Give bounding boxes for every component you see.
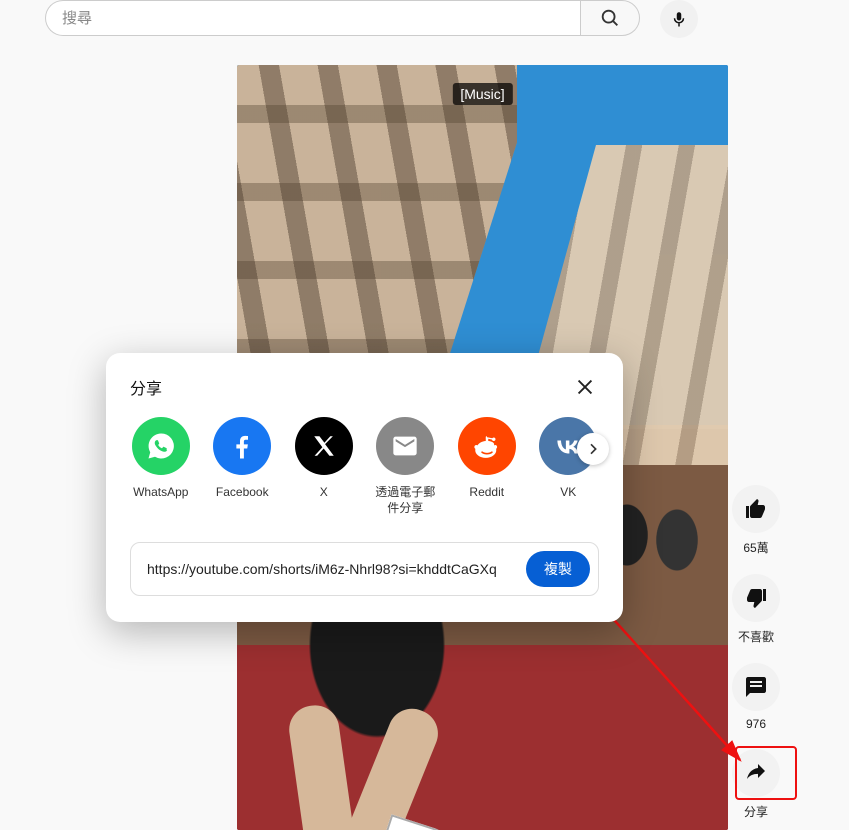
dislike-button[interactable]: [732, 574, 780, 622]
facebook-icon: [227, 431, 257, 461]
share-url-row: https://youtube.com/shorts/iM6z-Nhrl98?s…: [130, 542, 599, 596]
share-target-label: Facebook: [216, 485, 269, 515]
share-target-label: VK: [560, 485, 576, 515]
share-targets-next-button[interactable]: [577, 433, 609, 465]
share-icon: [744, 761, 768, 785]
share-target-label: X: [320, 485, 328, 515]
share-target-x[interactable]: X: [293, 417, 355, 516]
like-button[interactable]: [732, 485, 780, 533]
video-caption: [Music]: [452, 83, 512, 105]
share-button[interactable]: [732, 749, 780, 797]
search-bar: [45, 0, 640, 36]
comment-icon: [744, 675, 768, 699]
share-target-vk[interactable]: VK: [538, 417, 600, 516]
share-targets: WhatsApp Facebook X 透過電子郵件分享 Reddit: [130, 417, 599, 516]
copy-button[interactable]: 複製: [526, 551, 590, 587]
share-target-email[interactable]: 透過電子郵件分享: [375, 417, 437, 516]
share-target-label: 透過電子郵件分享: [375, 485, 437, 516]
search-icon: [599, 7, 621, 29]
thumbs-down-icon: [744, 586, 768, 610]
share-target-reddit[interactable]: Reddit: [456, 417, 518, 516]
voice-search-button[interactable]: [660, 0, 698, 38]
share-target-label: Reddit: [469, 485, 504, 515]
reddit-icon: [472, 431, 502, 461]
chevron-right-icon: [585, 441, 601, 457]
share-url-text[interactable]: https://youtube.com/shorts/iM6z-Nhrl98?s…: [147, 561, 516, 577]
close-icon: [574, 376, 596, 398]
like-count: 65萬: [743, 539, 768, 556]
thumbs-up-icon: [744, 497, 768, 521]
search-button[interactable]: [580, 0, 640, 36]
comment-count: 976: [746, 717, 766, 731]
x-icon: [311, 433, 337, 459]
action-rail: 65萬 不喜歡 976 分享: [725, 485, 787, 820]
comments-button[interactable]: [732, 663, 780, 711]
share-target-facebook[interactable]: Facebook: [212, 417, 274, 516]
whatsapp-icon: [146, 431, 176, 461]
search-input[interactable]: [45, 0, 580, 36]
close-button[interactable]: [571, 373, 599, 401]
share-target-whatsapp[interactable]: WhatsApp: [130, 417, 192, 516]
mic-icon: [670, 10, 688, 28]
share-label: 分享: [744, 803, 768, 820]
share-dialog: 分享 WhatsApp Facebook X 透過: [106, 353, 623, 622]
share-dialog-title: 分享: [130, 375, 162, 399]
email-icon: [391, 432, 419, 460]
dislike-label: 不喜歡: [738, 628, 774, 645]
share-target-label: WhatsApp: [133, 485, 188, 515]
